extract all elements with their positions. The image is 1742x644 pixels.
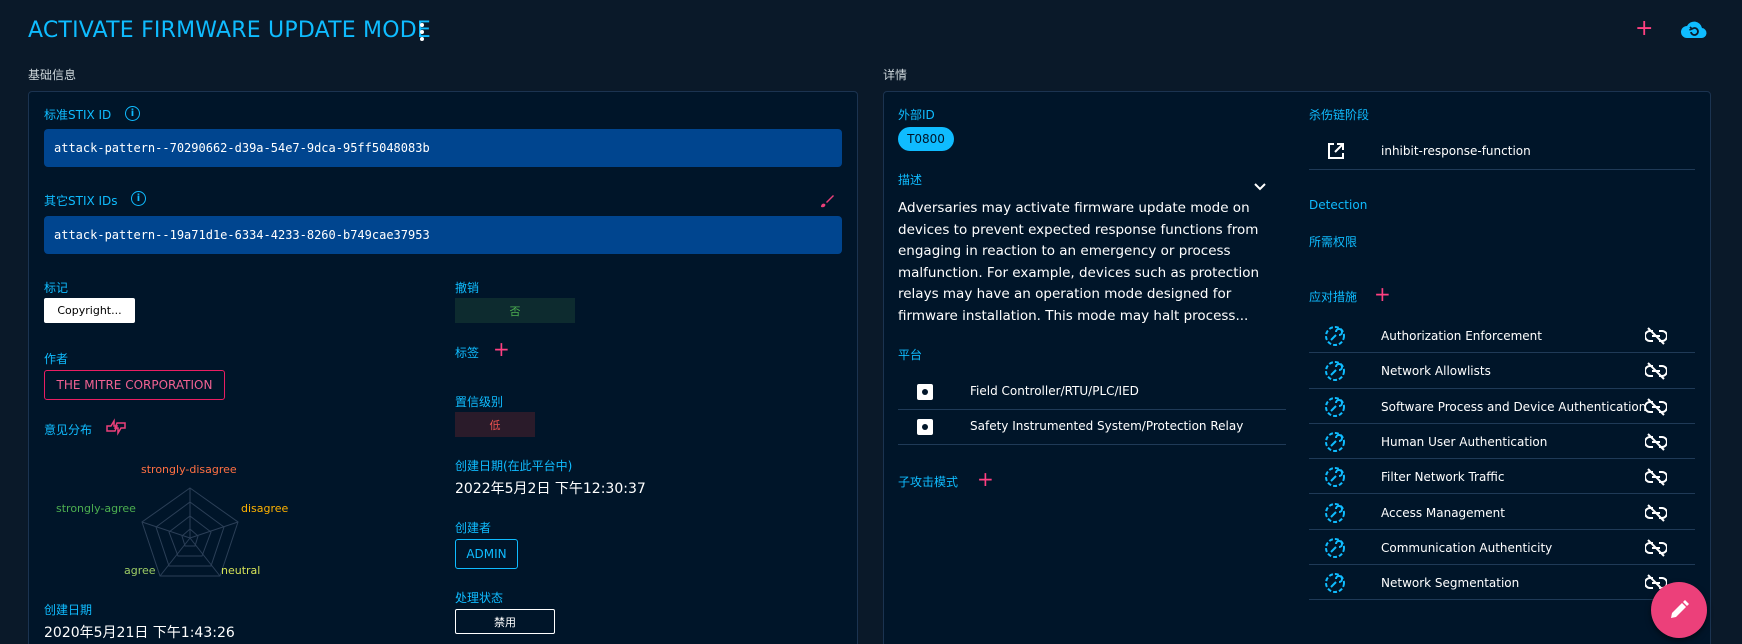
stix-id-label: 标准STIX ID <box>44 108 112 122</box>
open-in-new-icon[interactable] <box>1327 142 1345 164</box>
marking-label: 标记 <box>44 281 69 295</box>
cloud-refresh-icon[interactable] <box>1680 18 1708 42</box>
platform-created-label: 创建日期(在此平台中) <box>455 459 573 473</box>
other-stix-ids-label: 其它STIX IDs <box>44 194 118 208</box>
mitigation-icon <box>1324 431 1346 457</box>
add-mitigation-icon[interactable]: + <box>1374 284 1391 304</box>
confidence-label: 置信级别 <box>455 395 504 409</box>
page-title: ACTIVATE FIRMWARE UPDATE MODE <box>28 18 431 43</box>
mitigation-icon <box>1324 537 1346 563</box>
platform-row: Safety Instrumented System/Protection Re… <box>898 410 1286 445</box>
mitigation-name: Network Segmentation <box>1381 576 1520 591</box>
confidence-badge: 低 <box>455 412 535 437</box>
unlink-icon[interactable] <box>1644 397 1668 420</box>
created-label: 创建日期 <box>44 603 93 617</box>
external-id-badge: T0800 <box>898 127 954 151</box>
brush-icon[interactable] <box>818 192 836 210</box>
mitigation-name: Network Allowlists <box>1381 364 1491 379</box>
other-stix-ids-field[interactable]: attack-pattern--19a71d1e-6334-4233-8260-… <box>44 216 842 254</box>
radar-label-neutral: neutral <box>221 564 261 577</box>
status-badge: 禁用 <box>455 609 555 634</box>
mitigation-row[interactable]: Software Process and Device Authenticati… <box>1309 389 1695 424</box>
status-label: 处理状态 <box>455 591 504 605</box>
mitigation-name: Human User Authentication <box>1381 434 1548 449</box>
unlink-icon[interactable] <box>1644 362 1668 384</box>
mitigation-name: Communication Authenticity <box>1381 540 1553 555</box>
mitigation-name: Filter Network Traffic <box>1381 470 1505 485</box>
stix-id-field[interactable]: attack-pattern--70290662-d39a-54e7-9dca-… <box>44 129 842 167</box>
edit-fab-button[interactable] <box>1651 582 1707 638</box>
pencil-icon <box>1671 600 1689 618</box>
description-label: 描述 <box>898 173 923 187</box>
mitigation-row[interactable]: Network Allowlists <box>1309 353 1695 389</box>
platform-name: Field Controller/RTU/PLC/IED <box>970 384 1139 398</box>
info-icon[interactable]: i <box>125 106 140 121</box>
radar-label-disagree: disagree <box>241 502 289 515</box>
expand-icon[interactable] <box>1253 181 1267 191</box>
platform-name: Safety Instrumented System/Protection Re… <box>970 419 1244 433</box>
mitigation-row[interactable]: Communication Authenticity <box>1309 530 1695 566</box>
mitigation-name: Authorization Enforcement <box>1381 329 1542 343</box>
creator-chip[interactable]: ADMIN <box>455 539 518 569</box>
author-chip[interactable]: THE MITRE CORPORATION <box>44 370 225 400</box>
description-text: Adversaries may activate firmware update… <box>898 200 1260 324</box>
radar-label-strongly-agree: strongly-agree <box>56 502 136 515</box>
external-id-label: 外部ID <box>898 108 935 122</box>
add-opinion-icon[interactable] <box>105 418 127 436</box>
add-sub-technique-icon[interactable]: + <box>977 469 994 489</box>
mitigation-row[interactable]: Access Management <box>1309 495 1695 530</box>
created-value: 2020年5月21日 下午1:43:26 <box>44 625 235 641</box>
permissions-label: 所需权限 <box>1309 235 1358 249</box>
sub-techniques-label: 子攻击模式 <box>898 475 959 489</box>
unlink-icon[interactable] <box>1644 468 1668 490</box>
basic-info-section-title: 基础信息 <box>28 68 77 82</box>
details-section-title: 详情 <box>883 68 908 82</box>
detection-label: Detection <box>1309 198 1368 212</box>
mitigation-icon <box>1324 502 1346 528</box>
mitigation-row[interactable]: Human User Authentication <box>1309 424 1695 460</box>
mitigations-label: 应对措施 <box>1309 290 1358 304</box>
mitigation-name: Software Process and Device Authenticati… <box>1381 399 1647 414</box>
mitigation-row[interactable]: Network Segmentation <box>1309 565 1695 601</box>
mitigation-icon <box>1324 360 1346 386</box>
mitigation-icon <box>1324 325 1346 351</box>
revoked-label: 撤销 <box>455 281 480 295</box>
platforms-label: 平台 <box>898 348 923 362</box>
mitigation-icon <box>1324 466 1346 492</box>
mitigation-row[interactable]: Authorization Enforcement <box>1309 318 1695 354</box>
kill-chain-phase: inhibit-response-function <box>1381 144 1531 158</box>
platform-created-value: 2022年5月2日 下午12:30:37 <box>455 481 646 497</box>
mitigation-row[interactable]: Filter Network Traffic <box>1309 459 1695 495</box>
marking-chip[interactable]: Copyright... <box>44 298 135 323</box>
author-label: 作者 <box>44 352 69 366</box>
add-icon[interactable]: + <box>1635 18 1653 40</box>
add-tag-icon[interactable]: + <box>493 339 510 359</box>
unlink-icon[interactable] <box>1644 539 1668 561</box>
radar-label-strongly-disagree: strongly-disagree <box>141 463 237 476</box>
mitigation-icon <box>1324 572 1346 598</box>
kill-chain-label: 杀伤链阶段 <box>1309 108 1370 122</box>
platform-row: Field Controller/RTU/PLC/IED <box>898 374 1286 410</box>
revoked-badge: 否 <box>455 298 575 323</box>
unlink-icon[interactable] <box>1644 433 1668 455</box>
radar-label-agree: agree <box>124 564 156 577</box>
kill-chain-row[interactable]: inhibit-response-function <box>1309 134 1695 170</box>
unlink-icon[interactable] <box>1644 327 1668 349</box>
creator-label: 创建者 <box>455 521 492 535</box>
mitigation-name: Access Management <box>1381 505 1505 520</box>
settings-icon <box>916 383 934 405</box>
opinion-label: 意见分布 <box>44 423 93 437</box>
info-icon[interactable]: i <box>131 191 146 206</box>
mitigation-icon <box>1324 396 1346 422</box>
more-vert-icon[interactable] <box>414 20 430 44</box>
tags-label: 标签 <box>455 346 480 360</box>
settings-icon <box>916 418 934 440</box>
unlink-icon[interactable] <box>1644 503 1668 526</box>
